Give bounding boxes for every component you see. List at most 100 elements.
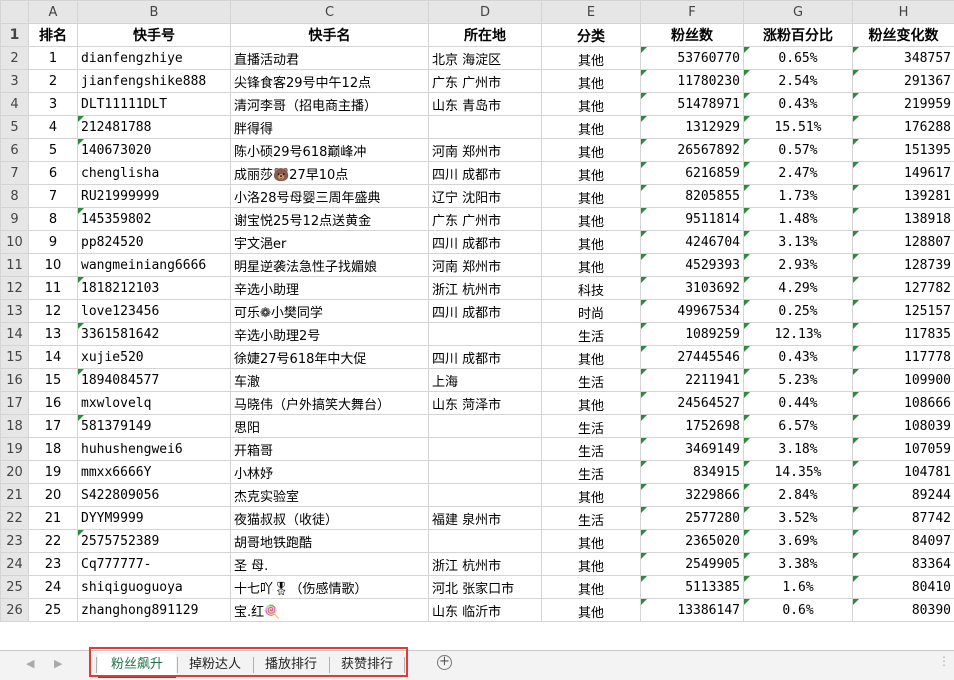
cell-account-name[interactable]: 胖得得 xyxy=(230,115,429,139)
cell-category[interactable]: 其他 xyxy=(541,69,641,93)
cell-fans-change[interactable]: 104781 xyxy=(852,460,954,484)
cell-rank[interactable]: 13 xyxy=(28,322,78,346)
cell-growth-percent[interactable]: 12.13% xyxy=(743,322,853,346)
cell-fans[interactable]: 26567892 xyxy=(640,138,744,162)
cell-fans[interactable]: 1089259 xyxy=(640,322,744,346)
cell-fans[interactable]: 1752698 xyxy=(640,414,744,438)
cell-account-name[interactable]: 陈小硕29号618巅峰冲 xyxy=(230,138,429,162)
cell-growth-percent[interactable]: 0.25% xyxy=(743,299,853,323)
cell-fans-change[interactable]: 89244 xyxy=(852,483,954,507)
cell-location[interactable] xyxy=(428,437,542,461)
cell-fans[interactable]: 1312929 xyxy=(640,115,744,139)
cell-account-name[interactable]: 马晓伟（户外搞笑大舞台） xyxy=(230,391,429,415)
row-header[interactable]: 1 xyxy=(0,23,29,47)
cell-account-id[interactable]: mmxx6666Y xyxy=(77,460,231,484)
cell-growth-percent[interactable]: 4.29% xyxy=(743,276,853,300)
column-header-b[interactable]: B xyxy=(77,0,231,24)
cell-fans-change[interactable]: 128807 xyxy=(852,230,954,254)
cell-fans[interactable]: 4529393 xyxy=(640,253,744,277)
sheet-tab-fans-losing[interactable]: 掉粉达人 xyxy=(178,654,252,676)
header-cell-account-name[interactable]: 快手名 xyxy=(230,23,429,47)
cell-rank[interactable]: 23 xyxy=(28,552,78,576)
cell-rank[interactable]: 21 xyxy=(28,506,78,530)
cell-fans[interactable]: 27445546 xyxy=(640,345,744,369)
data-table[interactable]: ABCDEFGH 1 排名 快手号 快手名 所在地 分类 粉丝数 涨粉百分比 粉丝变化数 2 1 di… xyxy=(0,0,954,622)
row-header[interactable]: 7 xyxy=(0,161,29,185)
cell-growth-percent[interactable]: 3.38% xyxy=(743,552,853,576)
cell-category[interactable]: 其他 xyxy=(541,575,641,599)
row-header[interactable]: 6 xyxy=(0,138,29,162)
cell-growth-percent[interactable]: 1.73% xyxy=(743,184,853,208)
header-cell-location[interactable]: 所在地 xyxy=(428,23,542,47)
cell-category[interactable]: 生活 xyxy=(541,368,641,392)
cell-rank[interactable]: 3 xyxy=(28,92,78,116)
cell-location[interactable]: 辽宁 沈阳市 xyxy=(428,184,542,208)
column-header-d[interactable]: D xyxy=(428,0,542,24)
cell-account-id[interactable]: 212481788 xyxy=(77,115,231,139)
cell-fans-change[interactable]: 108039 xyxy=(852,414,954,438)
cell-fans-change[interactable]: 128739 xyxy=(852,253,954,277)
row-header[interactable]: 2 xyxy=(0,46,29,70)
cell-fans-change[interactable]: 80410 xyxy=(852,575,954,599)
cell-rank[interactable]: 2 xyxy=(28,69,78,93)
cell-account-name[interactable]: 圣 母. xyxy=(230,552,429,576)
column-header-a[interactable]: A xyxy=(28,0,78,24)
cell-growth-percent[interactable]: 0.57% xyxy=(743,138,853,162)
cell-account-id[interactable]: 145359802 xyxy=(77,207,231,231)
cell-account-name[interactable]: 车澈 xyxy=(230,368,429,392)
cell-location[interactable]: 福建 泉州市 xyxy=(428,506,542,530)
cell-category[interactable]: 其他 xyxy=(541,598,641,622)
cell-fans-change[interactable]: 127782 xyxy=(852,276,954,300)
cell-location[interactable]: 浙江 杭州市 xyxy=(428,552,542,576)
cell-growth-percent[interactable]: 2.54% xyxy=(743,69,853,93)
cell-fans-change[interactable]: 138918 xyxy=(852,207,954,231)
sheet-tab-likes-ranking[interactable]: 获赞排行 xyxy=(330,654,404,676)
cell-account-name[interactable]: 可乐❁小樊同学 xyxy=(230,299,429,323)
cell-account-id[interactable]: RU21999999 xyxy=(77,184,231,208)
cell-account-id[interactable]: zhanghong891129 xyxy=(77,598,231,622)
row-header[interactable]: 19 xyxy=(0,437,29,461)
cell-growth-percent[interactable]: 6.57% xyxy=(743,414,853,438)
cell-growth-percent[interactable]: 15.51% xyxy=(743,115,853,139)
triangle-left-icon[interactable]: ◀ xyxy=(26,657,34,670)
cell-fans-change[interactable]: 84097 xyxy=(852,529,954,553)
cell-location[interactable]: 北京 海淀区 xyxy=(428,46,542,70)
cell-rank[interactable]: 9 xyxy=(28,230,78,254)
cell-fans-change[interactable]: 125157 xyxy=(852,299,954,323)
cell-account-id[interactable]: jianfengshike888 xyxy=(77,69,231,93)
triangle-right-icon[interactable]: ▶ xyxy=(54,657,62,670)
cell-account-id[interactable]: Cq777777- xyxy=(77,552,231,576)
cell-account-id[interactable]: wangmeiniang6666 xyxy=(77,253,231,277)
cell-rank[interactable]: 22 xyxy=(28,529,78,553)
header-cell-growth-percent[interactable]: 涨粉百分比 xyxy=(743,23,853,47)
cell-rank[interactable]: 15 xyxy=(28,368,78,392)
column-header-c[interactable]: C xyxy=(230,0,429,24)
cell-location[interactable]: 河南 郑州市 xyxy=(428,138,542,162)
cell-location[interactable] xyxy=(428,483,542,507)
cell-account-name[interactable]: 宝.红🍭 xyxy=(230,598,429,622)
cell-category[interactable]: 生活 xyxy=(541,414,641,438)
cell-category[interactable]: 科技 xyxy=(541,276,641,300)
cell-account-name[interactable]: 直播活动君 xyxy=(230,46,429,70)
cell-account-id[interactable]: shiqiguoguoya xyxy=(77,575,231,599)
cell-rank[interactable]: 6 xyxy=(28,161,78,185)
cell-category[interactable]: 其他 xyxy=(541,138,641,162)
cell-location[interactable]: 山东 临沂市 xyxy=(428,598,542,622)
cell-account-id[interactable]: DLT11111DLT xyxy=(77,92,231,116)
cell-category[interactable]: 其他 xyxy=(541,483,641,507)
cell-account-id[interactable]: love123456 xyxy=(77,299,231,323)
column-header-e[interactable]: E xyxy=(541,0,641,24)
cell-account-id[interactable]: chenglisha xyxy=(77,161,231,185)
cell-account-id[interactable]: 1818212103 xyxy=(77,276,231,300)
cell-growth-percent[interactable]: 0.6% xyxy=(743,598,853,622)
cell-fans[interactable]: 3229866 xyxy=(640,483,744,507)
row-header[interactable]: 4 xyxy=(0,92,29,116)
cell-account-id[interactable]: S422809056 xyxy=(77,483,231,507)
cell-account-id[interactable]: 140673020 xyxy=(77,138,231,162)
cell-account-id[interactable]: dianfengzhiye xyxy=(77,46,231,70)
cell-fans[interactable]: 4246704 xyxy=(640,230,744,254)
cell-location[interactable]: 四川 成都市 xyxy=(428,345,542,369)
cell-location[interactable]: 山东 菏泽市 xyxy=(428,391,542,415)
cell-category[interactable]: 其他 xyxy=(541,161,641,185)
row-header[interactable]: 11 xyxy=(0,253,29,277)
